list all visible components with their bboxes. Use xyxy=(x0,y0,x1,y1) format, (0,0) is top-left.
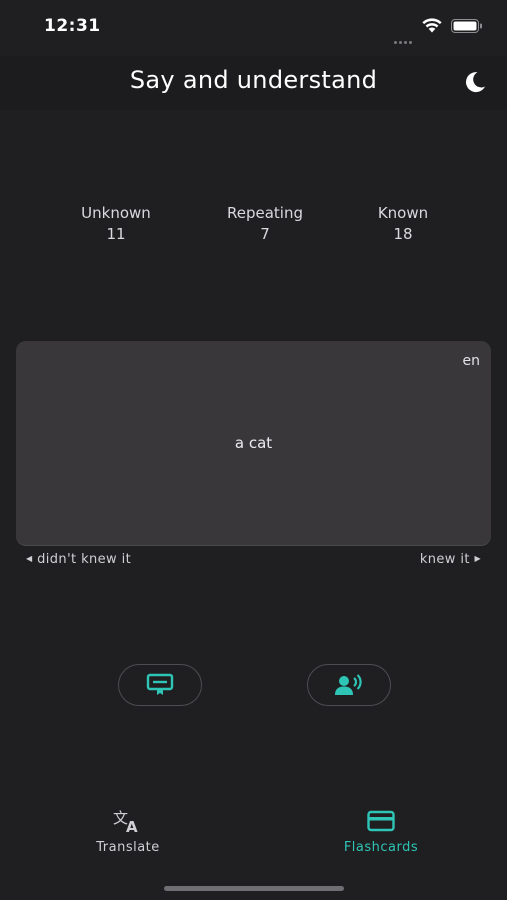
status-bar: 12:31 xyxy=(0,0,507,56)
tab-bar: 文 A Translate Flashcards xyxy=(0,800,507,900)
tab-translate-label: Translate xyxy=(96,840,160,855)
stat-value: 7 xyxy=(260,225,270,243)
caret-left-icon: ◀ xyxy=(26,554,33,563)
tab-flashcards[interactable]: Flashcards xyxy=(311,808,451,855)
stat-label: Unknown xyxy=(81,204,151,222)
swipe-left-hint[interactable]: ◀ didn't knew it xyxy=(26,552,131,567)
stat-label: Repeating xyxy=(227,204,303,222)
tab-flashcards-label: Flashcards xyxy=(343,840,419,855)
battery-icon xyxy=(451,19,482,33)
speak-icon xyxy=(335,674,362,695)
stat-value: 18 xyxy=(393,225,413,243)
stat-known: Known 18 xyxy=(343,204,463,243)
page-title: Say and understand xyxy=(129,66,378,94)
card-icon xyxy=(367,810,395,832)
moon-icon[interactable] xyxy=(462,69,488,95)
card-language: en xyxy=(462,353,481,369)
swipe-right-hint[interactable]: knew it ▶ xyxy=(420,552,481,567)
app-header: Say and understand xyxy=(0,56,507,110)
stat-value: 11 xyxy=(106,225,126,243)
stat-unknown: Unknown 11 xyxy=(56,204,176,243)
card-word: a cat xyxy=(234,434,273,452)
stats-row: Unknown 11 Repeating 7 Known 18 xyxy=(0,204,507,244)
flashcard[interactable]: en a cat xyxy=(16,341,491,545)
stat-label: Known xyxy=(377,204,429,222)
wifi-icon xyxy=(422,18,442,33)
certificate-button[interactable] xyxy=(118,664,202,706)
speak-button[interactable] xyxy=(307,664,391,706)
signal-icon xyxy=(394,29,414,48)
caret-right-icon: ▶ xyxy=(474,554,481,563)
translate-icon: 文 A xyxy=(113,809,138,836)
svg-text:A: A xyxy=(126,818,138,834)
home-indicator xyxy=(164,886,344,891)
status-time: 12:31 xyxy=(44,16,101,36)
swipe-right-label: knew it xyxy=(419,552,470,567)
stat-repeating: Repeating 7 xyxy=(205,204,325,243)
certificate-icon xyxy=(146,673,174,695)
tab-translate[interactable]: 文 A Translate xyxy=(58,808,198,855)
swipe-left-label: didn't knew it xyxy=(37,552,132,567)
